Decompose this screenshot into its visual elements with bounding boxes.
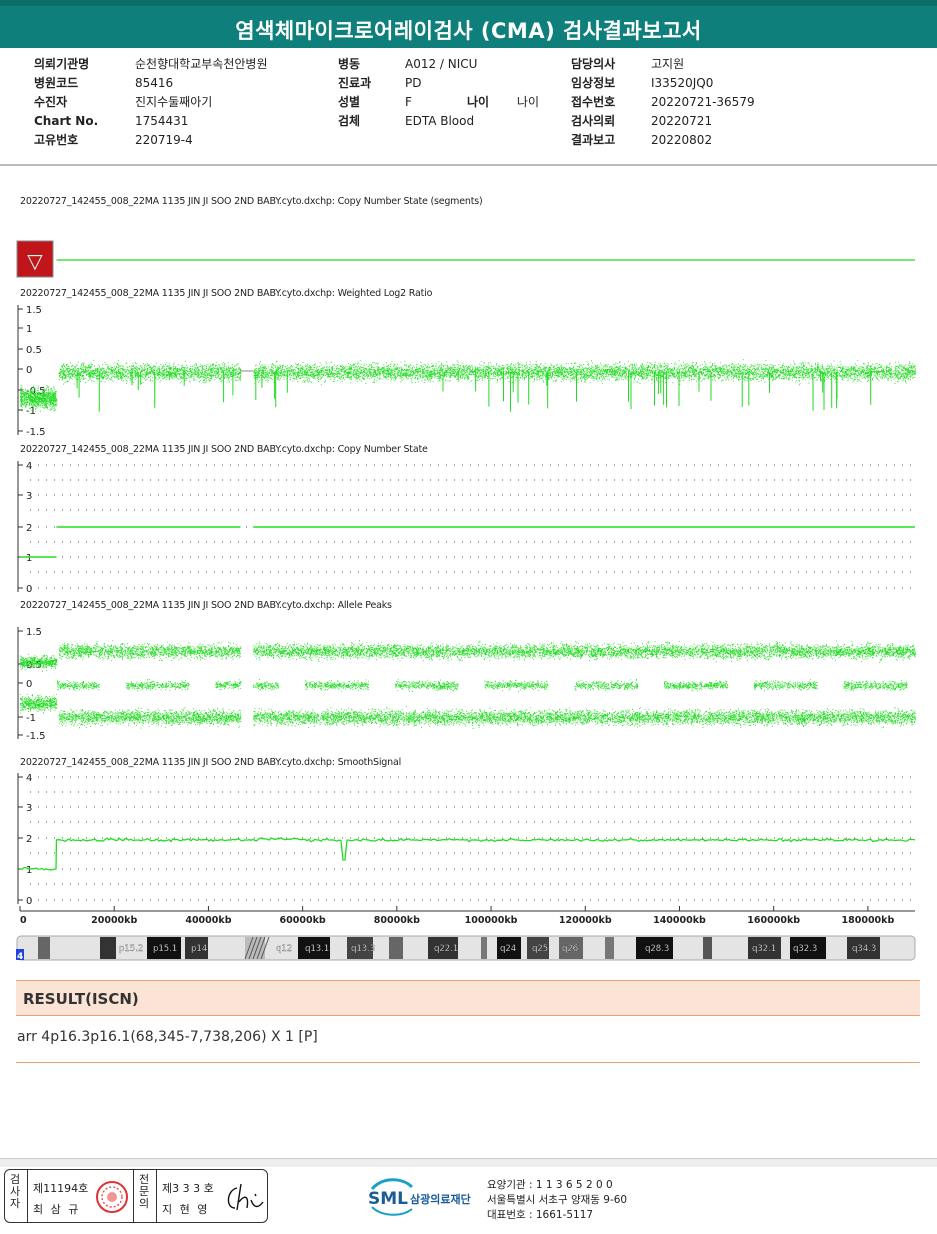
signer1-role: 검 사 자 bbox=[8, 1174, 22, 1210]
chromosome-band bbox=[100, 937, 116, 959]
band-label: p15.2 bbox=[119, 944, 143, 954]
band-label: q13.3 bbox=[351, 944, 375, 954]
x-axis: 0 20000kb 40000kb 60000kb 80000kb 100000kb 120… bbox=[19, 906, 915, 926]
signature-divider bbox=[27, 1170, 28, 1222]
y-tick-label: 3 bbox=[26, 803, 32, 814]
chromosome-band bbox=[38, 937, 50, 959]
y-tick-label: 0 bbox=[26, 365, 32, 376]
loss-marker-icon: ▽ bbox=[27, 249, 43, 273]
log2-outliers bbox=[76, 372, 872, 412]
segments-track: ▽ bbox=[16, 240, 915, 278]
allele-points-deleted bbox=[20, 693, 58, 714]
org-address-line: 서울특별시 서초구 양재동 9-60 bbox=[487, 1194, 628, 1206]
chromosome-band bbox=[703, 937, 712, 959]
microarray-plots: ▽ 1.510.50-0.5-1-1.5 43210 1.50.50-1-1.5… bbox=[16, 240, 916, 962]
y-tick-label: 1.5 bbox=[26, 305, 42, 316]
allele-points-lower bbox=[58, 705, 916, 729]
y-tick-label: -1 bbox=[26, 406, 36, 417]
chromosome-band bbox=[605, 937, 614, 959]
footer-divider bbox=[0, 1158, 937, 1167]
band-label: q13.1 bbox=[305, 944, 329, 954]
signer2-role-char: 의 bbox=[138, 1197, 150, 1210]
org-name: 삼광의료재단 bbox=[410, 1192, 471, 1206]
x-tick-label: 120000kb bbox=[559, 915, 612, 926]
x-tick-label: 160000kb bbox=[747, 915, 800, 926]
band-label: q24 bbox=[500, 944, 516, 954]
signer2-role: 전 문 의 bbox=[137, 1174, 151, 1210]
x-tick-label: 40000kb bbox=[185, 915, 231, 926]
signature-divider bbox=[156, 1170, 157, 1222]
smooth-signal-track: 4 3 2 1 0 bbox=[17, 773, 916, 907]
y-tick-label: 1 bbox=[26, 324, 32, 335]
x-tick-label: 0 bbox=[20, 915, 27, 926]
org-code: 요양기관 : 1 1 3 6 5 2 0 0 bbox=[487, 1179, 613, 1191]
allele-points-middle bbox=[56, 678, 908, 692]
y-tick-label: 1 bbox=[26, 865, 32, 876]
x-tick-label: 140000kb bbox=[653, 915, 706, 926]
y-tick-label: -1.5 bbox=[26, 427, 46, 438]
org-address: 요양기관 : 1 1 3 6 5 2 0 0 서울특별시 서초구 양재동 9-6… bbox=[487, 1178, 627, 1223]
band-label: q25 bbox=[532, 944, 548, 954]
signer1-license: 제11194호 bbox=[33, 1182, 89, 1195]
band-label: p15.1 bbox=[153, 944, 177, 954]
handwritten-signature-icon bbox=[227, 1183, 264, 1211]
logo-text: SML bbox=[368, 1189, 408, 1209]
x-tick-label: 60000kb bbox=[280, 915, 326, 926]
y-tick-label: 3 bbox=[26, 491, 32, 502]
result-heading: RESULT(ISCN) bbox=[23, 990, 139, 1008]
band-label: q28.3 bbox=[645, 944, 669, 954]
signer1-name: 최 삼 규 bbox=[33, 1203, 81, 1216]
y-tick-label: 0 bbox=[26, 679, 32, 690]
signature-divider bbox=[133, 1170, 134, 1222]
signer2-name: 지 현 영 bbox=[162, 1203, 210, 1216]
band-label: q32.3 bbox=[793, 944, 817, 954]
band-label: q22.1 bbox=[434, 944, 458, 954]
y-tick-label: 0 bbox=[26, 896, 32, 907]
chromosome-band bbox=[389, 937, 403, 959]
smooth-signal-line bbox=[19, 837, 916, 871]
y-tick-label: 1.5 bbox=[26, 627, 42, 638]
y-tick-label: 0.5 bbox=[26, 345, 42, 356]
band-label: q34.3 bbox=[852, 944, 876, 954]
chromosome-number: 4 bbox=[17, 952, 23, 962]
allele-peaks-track: 1.50.50-1-1.5 bbox=[17, 627, 916, 742]
x-tick-label: 80000kb bbox=[374, 915, 420, 926]
x-tick-label: 180000kb bbox=[842, 915, 895, 926]
x-tick-label: 100000kb bbox=[465, 915, 518, 926]
y-tick-label: 4 bbox=[26, 773, 32, 784]
org-phone: 대표번호 : 1661-5117 bbox=[487, 1209, 594, 1221]
y-tick-label: 0 bbox=[26, 584, 32, 595]
band-label: q12 bbox=[276, 944, 292, 954]
signer2-license: 제3 3 3 호 bbox=[162, 1182, 214, 1195]
sml-logo: SML 삼광의료재단 bbox=[368, 1177, 483, 1221]
y-tick-label: -1.5 bbox=[26, 731, 46, 742]
log2-ratio-track: 1.510.50-0.5-1-1.5 bbox=[17, 305, 916, 438]
result-iscn: arr 4p16.3p16.1(68,345-7,738,206) X 1 [P… bbox=[17, 1029, 318, 1045]
y-tick-label: 4 bbox=[26, 461, 32, 472]
result-divider bbox=[16, 1062, 920, 1063]
chromosome-ideogram: p15.2 p15.1 p14 q12 q13.1 q13.3 q22.1 q24 q25 q26… bbox=[16, 935, 916, 962]
band-label: p14 bbox=[191, 944, 207, 954]
y-tick-label: -1 bbox=[26, 713, 36, 724]
allele-points-upper bbox=[58, 640, 916, 663]
band-label: q26 bbox=[562, 944, 578, 954]
copy-number-track: 4 3 2 1 0 bbox=[17, 461, 915, 595]
signature-box: 검 사 자 제11194호 최 삼 규 전 문 의 제3 3 3 호 지 현 영 bbox=[4, 1169, 268, 1223]
log2-points bbox=[58, 359, 916, 386]
result-heading-bar: RESULT(ISCN) bbox=[16, 980, 920, 1016]
chromosome-band bbox=[481, 937, 487, 959]
y-tick-label: 2 bbox=[26, 523, 32, 534]
band-label: q32.1 bbox=[752, 944, 776, 954]
x-tick-label: 20000kb bbox=[91, 915, 137, 926]
signer1-role-char: 자 bbox=[9, 1197, 21, 1210]
y-tick-label: 2 bbox=[26, 834, 32, 845]
seal-stamp-icon bbox=[96, 1181, 128, 1213]
y-tick-label: 1 bbox=[26, 553, 32, 564]
